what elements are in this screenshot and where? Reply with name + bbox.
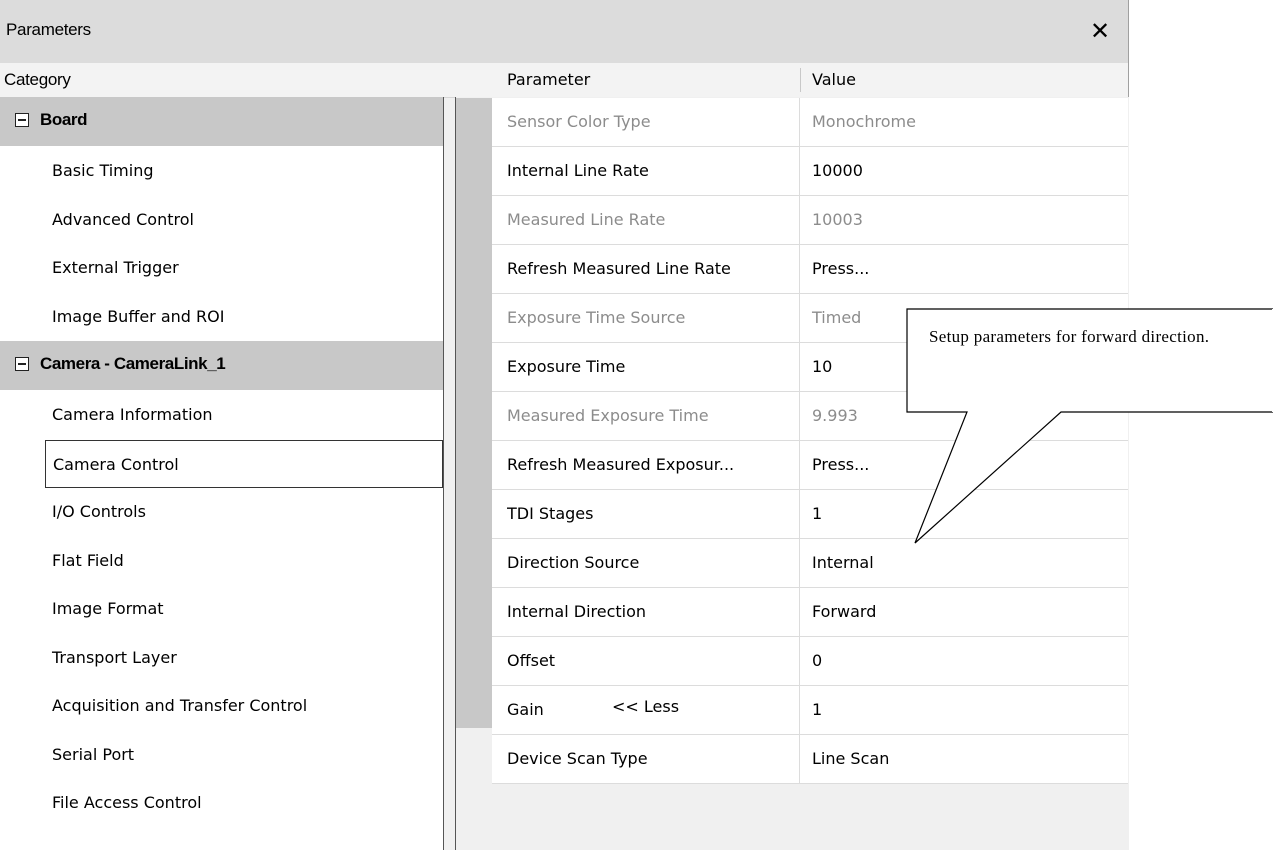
callout-shape (906, 308, 1273, 544)
callout-text: Setup parameters for forward direction. (929, 327, 1210, 346)
